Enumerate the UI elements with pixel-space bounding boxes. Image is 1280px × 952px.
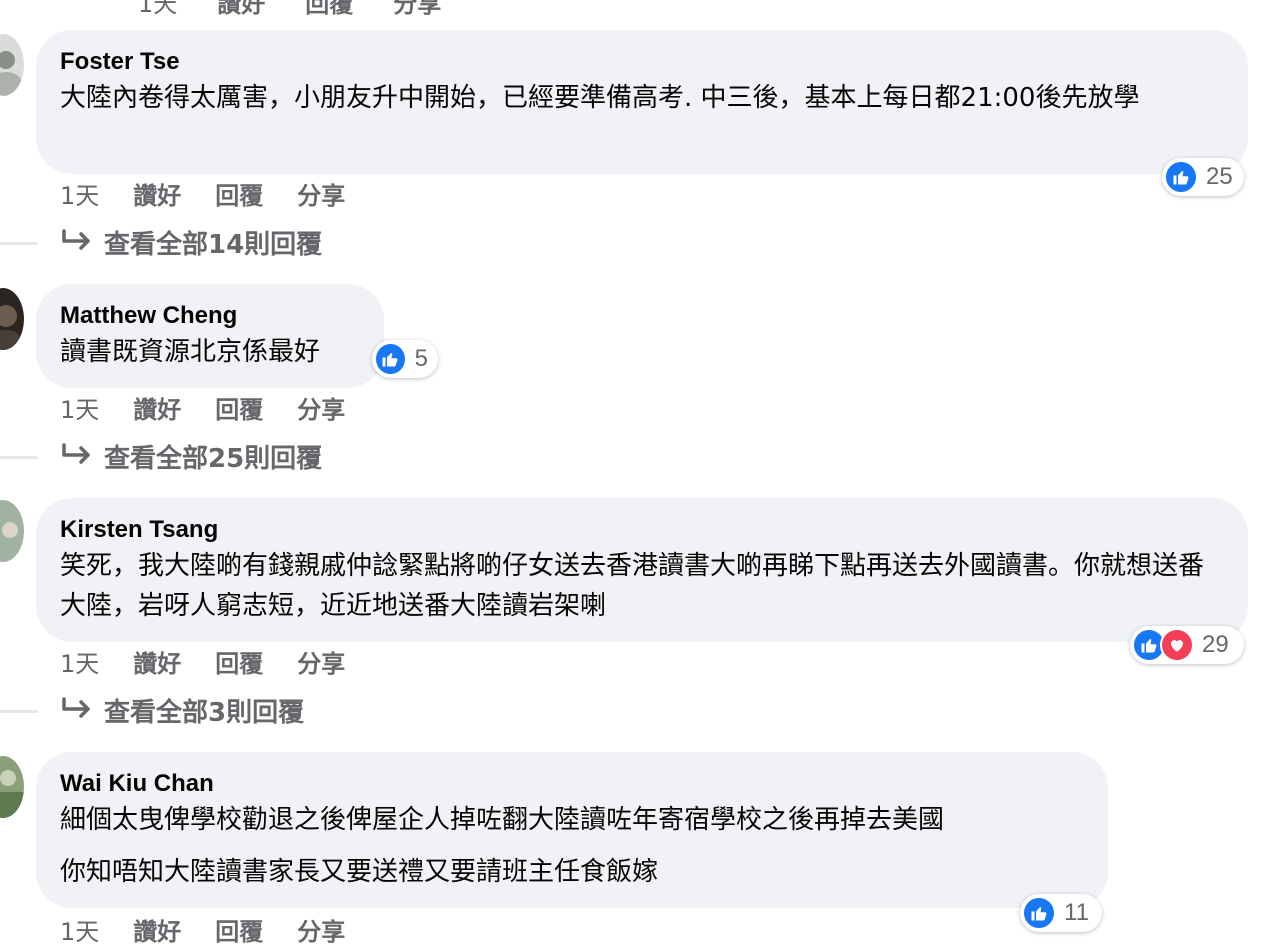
view-replies-label: 查看全部14則回覆	[104, 229, 323, 260]
comment-actions: 1天 讚好 回覆 分享	[60, 644, 379, 678]
reply-arrow-icon	[62, 443, 90, 464]
comment-text: 讀書既資源北京係最好	[60, 337, 321, 367]
avatar[interactable]	[0, 288, 24, 350]
reaction-count: 5	[414, 345, 428, 372]
comment-actions: 1天 讚好 回覆 分享	[60, 176, 379, 210]
avatar[interactable]	[0, 34, 24, 96]
reaction-summary[interactable]: 25	[1162, 158, 1244, 196]
comment-text: 大陸內卷得太厲害，小朋友升中開始，已經要準備高考. 中三後，基本上每日都21:0…	[60, 83, 1140, 113]
comment-bubble: Matthew Cheng 讀書既資源北京係最好	[36, 284, 384, 388]
reply-button[interactable]: 回覆	[215, 390, 263, 425]
avatar-kirsten-tsang-icon	[0, 500, 24, 562]
comment-text: 細個太曳俾學校勸退之後俾屋企人掉咗翻大陸讀咗年寄宿學校之後再掉去美國	[60, 805, 945, 835]
comment-text: 笑死，我大陸啲有錢親戚仲諗緊點將啲仔女送去香港讀書大啲再睇下點再送去外國讀書。你…	[60, 551, 1205, 621]
avatar-foster-tse-icon	[0, 34, 24, 96]
reply-arrow-icon	[62, 229, 90, 250]
comment-bubble: Foster Tse 大陸內卷得太厲害，小朋友升中開始，已經要準備高考. 中三後…	[36, 30, 1248, 174]
thread-line	[0, 456, 38, 459]
reaction-summary[interactable]: 29	[1130, 626, 1244, 664]
like-button[interactable]: 讚好	[133, 912, 181, 947]
view-replies-link[interactable]: 查看全部14則回覆	[60, 222, 322, 262]
reply-arrow-icon	[62, 697, 90, 718]
reaction-count: 29	[1202, 631, 1229, 658]
reaction-count: 25	[1206, 163, 1233, 190]
share-button[interactable]: 分享	[393, 0, 441, 19]
like-reaction-icon	[1164, 160, 1198, 194]
like-button[interactable]: 讚好	[217, 0, 265, 19]
comment-bubble: Wai Kiu Chan 細個太曳俾學校勸退之後俾屋企人掉咗翻大陸讀咗年寄宿學校…	[36, 752, 1108, 908]
comment-bubble: Kirsten Tsang 笑死，我大陸啲有錢親戚仲諗緊點將啲仔女送去香港讀書大…	[36, 498, 1248, 642]
comment-author[interactable]: Kirsten Tsang	[60, 514, 1224, 546]
comment-time[interactable]: 1天	[60, 176, 99, 211]
share-button[interactable]: 分享	[297, 390, 345, 425]
comment-author[interactable]: Matthew Cheng	[60, 300, 360, 332]
comment-author[interactable]: Foster Tse	[60, 46, 1224, 78]
reply-button[interactable]: 回覆	[305, 0, 353, 19]
reaction-summary[interactable]: 11	[1020, 894, 1102, 932]
reply-button[interactable]: 回覆	[215, 644, 263, 679]
previous-comment-actions: 1天 讚好 回覆 分享	[138, 0, 481, 18]
like-button[interactable]: 讚好	[133, 644, 181, 679]
share-button[interactable]: 分享	[297, 176, 345, 211]
comment-actions: 1天 讚好 回覆 分享	[60, 390, 379, 424]
reply-button[interactable]: 回覆	[215, 176, 263, 211]
reply-button[interactable]: 回覆	[215, 912, 263, 947]
like-button[interactable]: 讚好	[133, 176, 181, 211]
avatar-matthew-cheng-icon	[0, 288, 24, 350]
view-replies-link[interactable]: 查看全部3則回覆	[60, 690, 304, 730]
thread-line	[0, 242, 38, 245]
like-reaction-icon	[374, 342, 407, 376]
view-replies-label: 查看全部3則回覆	[104, 697, 305, 728]
view-replies-link[interactable]: 查看全部25則回覆	[60, 436, 322, 476]
comment-time[interactable]: 1天	[60, 912, 99, 947]
reaction-count: 11	[1064, 899, 1089, 926]
avatar[interactable]	[0, 500, 24, 562]
view-replies-label: 查看全部25則回覆	[104, 443, 323, 474]
avatar-wai-kiu-chan-icon	[0, 756, 24, 818]
like-button[interactable]: 讚好	[133, 390, 181, 425]
comment-feed: 1天 讚好 回覆 分享 Foster Tse 大陸內卷得太厲害，小朋友升中開始，…	[0, 0, 1280, 952]
comment-text: 你知唔知大陸讀書家長又要送禮又要請班主任食飯嫁	[60, 857, 659, 887]
comment-time[interactable]: 1天	[60, 390, 99, 425]
share-button[interactable]: 分享	[297, 912, 345, 947]
love-reaction-icon	[1160, 628, 1194, 662]
comment-author[interactable]: Wai Kiu Chan	[60, 768, 1084, 800]
share-button[interactable]: 分享	[297, 644, 345, 679]
like-reaction-icon	[1022, 896, 1056, 930]
comment-actions: 1天 讚好 回覆 分享	[60, 912, 379, 946]
comment-time[interactable]: 1天	[60, 644, 99, 679]
thread-line	[0, 710, 38, 713]
reaction-summary[interactable]: 5	[372, 340, 438, 378]
comment-time: 1天	[138, 0, 178, 18]
avatar[interactable]	[0, 756, 24, 818]
